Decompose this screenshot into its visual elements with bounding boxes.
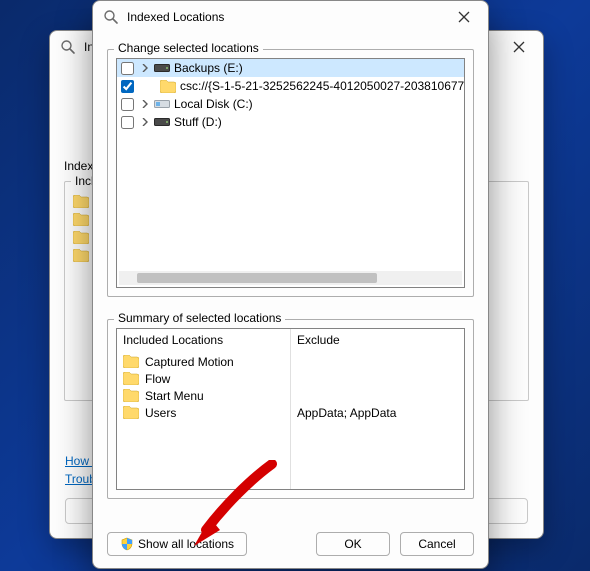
- chevron-right-icon[interactable]: [140, 64, 150, 72]
- ok-button[interactable]: OK: [316, 532, 390, 556]
- close-button[interactable]: [446, 5, 482, 29]
- summary-row[interactable]: Start Menu: [123, 387, 284, 404]
- summary-exclude-column: Exclude AppData; AppData: [291, 329, 464, 489]
- tree-checkbox[interactable]: [121, 98, 134, 111]
- dialog-button-row: Show all locations OK Cancel: [107, 532, 474, 556]
- summary-row[interactable]: Users: [123, 404, 284, 421]
- summary-exclude-row: [297, 353, 458, 370]
- folder-icon: [73, 213, 89, 226]
- tree-row-label: Stuff (D:): [174, 115, 222, 129]
- indexing-options-close-button[interactable]: [501, 35, 537, 59]
- show-all-locations-button[interactable]: Show all locations: [107, 532, 247, 556]
- folder-icon: [73, 231, 89, 244]
- tree-checkbox[interactable]: [121, 116, 134, 129]
- tree-horizontal-scrollbar[interactable]: [119, 271, 462, 285]
- summary-group: Summary of selected locations Included L…: [107, 319, 474, 499]
- tree-row-label: csc://{S-1-5-21-3252562245-4012050027-20…: [180, 79, 465, 93]
- folder-icon: [160, 80, 176, 93]
- tree-row-label: Local Disk (C:): [174, 97, 253, 111]
- summary-row-label: Flow: [145, 372, 170, 386]
- summary-list: Included Locations Captured Motion Flow …: [116, 328, 465, 490]
- ok-label: OK: [344, 537, 361, 551]
- magnifier-icon: [103, 9, 119, 25]
- shield-icon: [120, 537, 134, 551]
- tree-row-label: Backups (E:): [174, 61, 243, 75]
- change-locations-group: Change selected locations Backups (E:) c…: [107, 49, 474, 297]
- tree-row[interactable]: Backups (E:): [117, 59, 464, 77]
- summary-exclude-row: AppData; AppData: [297, 404, 458, 421]
- tree-checkbox[interactable]: [121, 80, 134, 93]
- summary-legend: Summary of selected locations: [114, 311, 285, 325]
- drive-icon: [154, 116, 170, 128]
- summary-included-header: Included Locations: [123, 333, 284, 347]
- folder-icon: [123, 355, 139, 368]
- summary-exclude-row: [297, 387, 458, 404]
- change-locations-legend: Change selected locations: [114, 41, 263, 55]
- summary-row[interactable]: Flow: [123, 370, 284, 387]
- folder-icon: [123, 372, 139, 385]
- cancel-label: Cancel: [418, 537, 455, 551]
- show-all-locations-label: Show all locations: [138, 537, 234, 551]
- summary-row-label: Start Menu: [145, 389, 204, 403]
- locations-tree[interactable]: Backups (E:) csc://{S-1-5-21-3252562245-…: [116, 58, 465, 288]
- tree-row[interactable]: csc://{S-1-5-21-3252562245-4012050027-20…: [117, 77, 464, 95]
- summary-exclude-row: [297, 370, 458, 387]
- scrollbar-thumb[interactable]: [137, 273, 377, 283]
- cancel-button[interactable]: Cancel: [400, 532, 474, 556]
- drive-icon: [154, 98, 170, 110]
- drive-icon: [154, 62, 170, 74]
- folder-icon: [123, 406, 139, 419]
- summary-row-label: Users: [145, 406, 176, 420]
- indexed-locations-title: Indexed Locations: [127, 10, 224, 24]
- folder-icon: [73, 195, 89, 208]
- tree-row[interactable]: Local Disk (C:): [117, 95, 464, 113]
- tree-row[interactable]: Stuff (D:): [117, 113, 464, 131]
- indexed-locations-dialog: Indexed Locations Change selected locati…: [92, 0, 489, 569]
- folder-icon: [123, 389, 139, 402]
- magnifier-icon: [60, 39, 76, 55]
- summary-row[interactable]: Captured Motion: [123, 353, 284, 370]
- indexed-locations-titlebar: Indexed Locations: [93, 1, 488, 33]
- tree-checkbox[interactable]: [121, 62, 134, 75]
- chevron-right-icon[interactable]: [140, 118, 150, 126]
- chevron-right-icon[interactable]: [140, 100, 150, 108]
- summary-exclude-header: Exclude: [297, 333, 458, 347]
- summary-row-label: Captured Motion: [145, 355, 234, 369]
- summary-included-column: Included Locations Captured Motion Flow …: [117, 329, 291, 489]
- folder-icon: [73, 249, 89, 262]
